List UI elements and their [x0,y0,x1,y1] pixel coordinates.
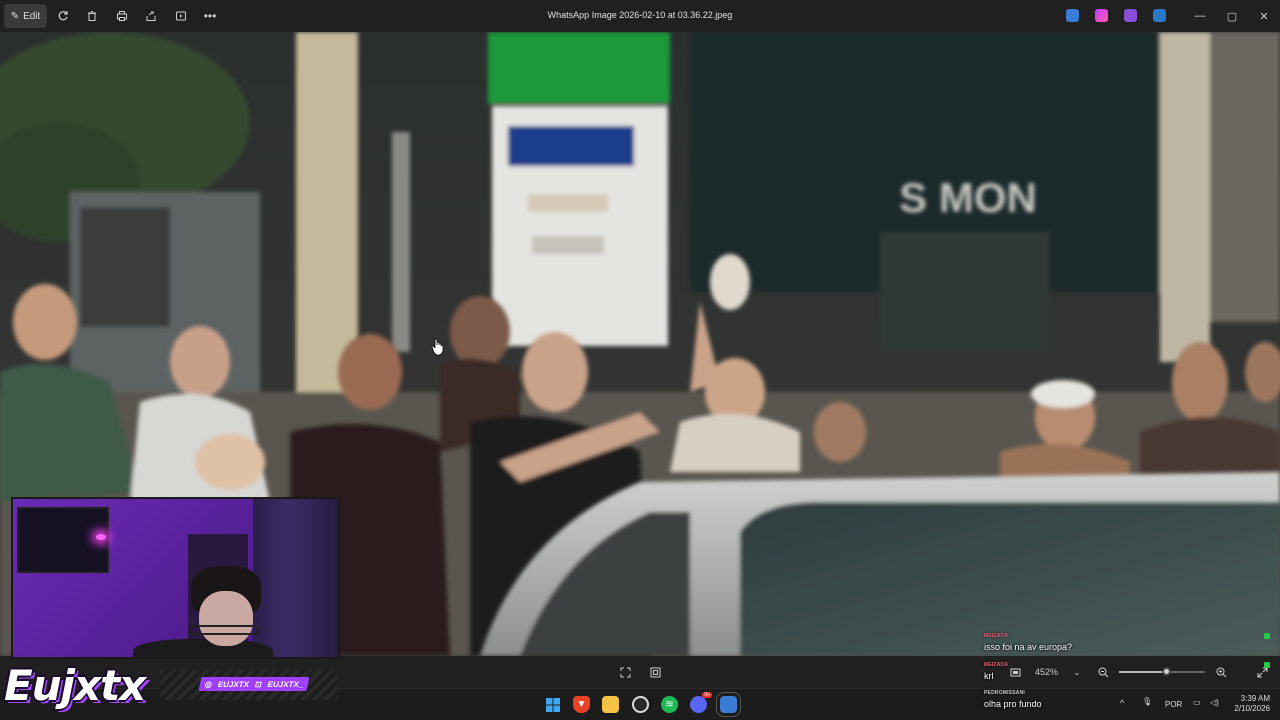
photos-titlebar: ✎ Edit ••• WhatsApp Image 2026-02-10 at … [0,0,1280,32]
webcam-person-face [199,591,253,646]
webcam-light [96,534,106,540]
copilot-icon[interactable] [1095,9,1108,22]
hand-cursor-icon [431,338,444,356]
clock-time: 3:39 AM [1240,694,1270,703]
twitch-icon: ⊡ [254,679,263,689]
network-icon[interactable]: ▭ [1193,698,1201,707]
brave-browser-icon[interactable]: ▼ [573,696,590,713]
edit-button[interactable]: ✎ Edit [4,4,47,28]
clock[interactable]: 3:39 AM 2/10/2026 [1226,694,1270,714]
zoom-slider[interactable] [1119,667,1205,676]
edit-icon: ✎ [10,10,20,22]
more-options-icon[interactable]: ••• [202,8,218,24]
chat-username-3: PEDROMISSANI [984,690,1026,696]
spotify-icon[interactable]: ≋ [661,696,678,713]
streamer-logo: Eujxtx [4,661,146,710]
close-icon[interactable]: ✕ [1256,8,1272,24]
window-title: WhatsApp Image 2026-02-10 at 03.36.22.jp… [547,10,733,20]
photos-app-icon[interactable] [1066,9,1079,22]
twitch-handle: EUJXTX_ [266,679,305,689]
chat-username-2: MEIZADA [984,662,1009,668]
edit-label: Edit [23,10,41,22]
webcam-person-shirt [133,639,273,657]
actual-size-icon[interactable] [647,664,663,680]
fit-icon[interactable] [1007,664,1023,680]
chat-message-3: olha pro fundo [984,699,1042,709]
file-explorer-icon[interactable] [602,696,619,713]
chat-badge-icon [1264,662,1270,668]
delete-icon[interactable] [84,8,100,24]
start-icon[interactable] [544,696,561,713]
print-icon[interactable] [114,8,130,24]
microphone-icon[interactable]: 🎙︎ [1142,697,1152,706]
zoom-slider-fill [1119,671,1167,673]
instagram-icon: ◎ [204,679,213,689]
volume-icon[interactable]: ◁) [1210,698,1219,707]
fit-to-window-icon[interactable] [617,664,633,680]
zoom-value[interactable]: 452% [1035,667,1058,677]
maximize-icon[interactable]: ▢ [1224,8,1240,24]
chat-badge-icon [1264,633,1270,639]
zoom-slider-thumb[interactable] [1161,667,1171,676]
discord-icon[interactable]: 9+ [690,692,712,713]
window-title-wrap: WhatsApp Image 2026-02-10 at 03.36.22.jp… [0,10,1280,20]
chat-username-1: MEIZADA [984,633,1009,639]
photos-taskbar-icon[interactable] [716,692,741,717]
webcam-overlay [11,497,340,659]
language-indicator[interactable]: POR [1165,700,1182,709]
instagram-handle: EUJXTX [217,679,251,689]
obs-icon[interactable] [632,696,649,713]
rotate-icon[interactable] [55,8,71,24]
shop-sign-text: S MON [899,174,1037,221]
tray-chevron-icon[interactable]: ^ [1120,698,1124,708]
discord-badge: 9+ [702,692,712,698]
zoom-in-icon[interactable] [1213,664,1229,680]
social-handles: ◎ EUJXTX ⊡ EUJXTX_ [198,677,310,691]
minimize-icon[interactable]: — [1192,8,1208,24]
screen: ✎ Edit ••• WhatsApp Image 2026-02-10 at … [0,0,1280,720]
chat-message-2: krl [984,671,994,681]
webcam-person-glasses [189,625,259,635]
chat-message-1: isso foi na av europa? [984,642,1073,652]
clock-date: 2/10/2026 [1234,704,1270,713]
share-icon[interactable] [143,8,159,24]
webcam-curtain [253,499,338,657]
onedrive-icon[interactable] [1153,9,1166,22]
zoom-out-icon[interactable] [1095,664,1111,680]
slideshow-icon[interactable] [173,8,189,24]
zoom-dropdown-chevron-icon[interactable]: ⌄ [1069,664,1085,680]
webcam-monitor [17,507,109,573]
clipchamp-icon[interactable] [1124,9,1137,22]
